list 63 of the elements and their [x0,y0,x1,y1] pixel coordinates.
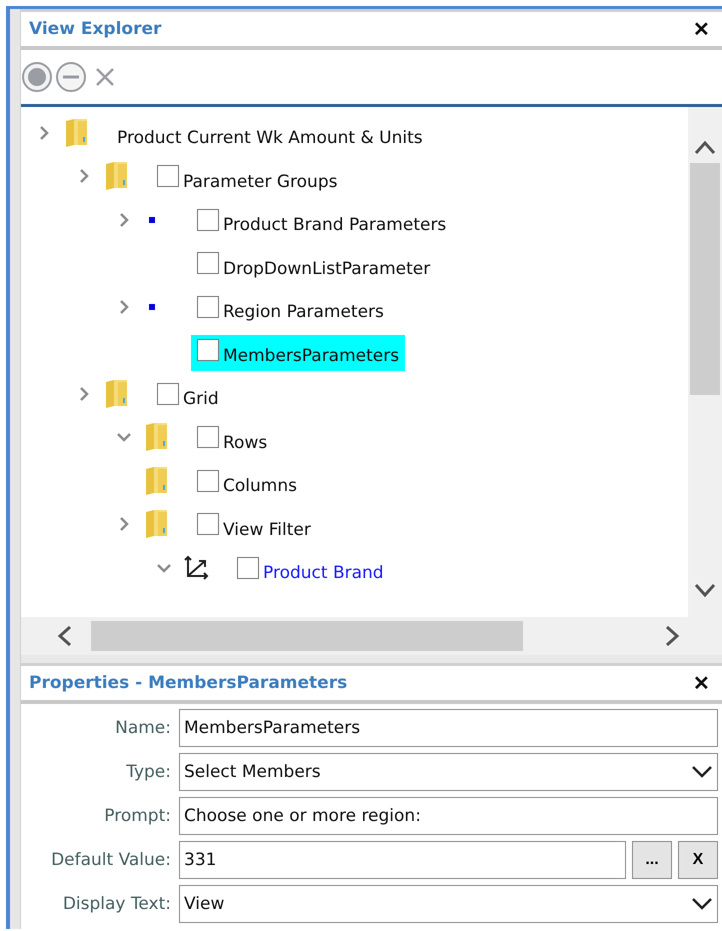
checkbox[interactable] [197,296,219,318]
checkbox[interactable] [197,252,219,274]
small-button[interactable]: ... [632,841,672,879]
tree-item[interactable]: Rows [191,422,274,458]
checkbox[interactable] [197,208,219,231]
scroll-thumb[interactable] [690,163,720,395]
folder-icon [103,378,129,410]
vertical-scrollbar[interactable] [688,107,722,617]
panel-title: View Explorer [29,19,162,39]
checkbox[interactable] [157,382,179,405]
tree-item[interactable]: Product Brand Parameters [191,204,452,241]
tree-item[interactable]: Product Current Wk Amount & Units [111,118,429,154]
tree-item[interactable]: MembersParameters [191,335,406,372]
scroll-thumb[interactable] [91,621,523,651]
tree-item[interactable]: Grid [151,378,225,415]
tree-item-label: Grid [183,388,219,408]
axes-icon [183,554,209,581]
checkbox[interactable] [197,339,219,362]
checkbox[interactable] [197,470,219,492]
tree-item-label: Product Current Wk Amount & Units [117,127,423,148]
small-button[interactable]: X [678,841,718,879]
folder-icon [63,116,89,149]
dropdown[interactable]: View [179,885,718,923]
close-button[interactable]: ✕ [693,670,710,696]
folder-icon [103,160,129,192]
folder-icon [143,421,169,454]
text-field[interactable]: MembersParameters [179,709,718,747]
tree-item-label: View Filter [223,518,311,539]
chevron-down-icon [691,897,713,911]
folder-icon [143,508,169,540]
close-button[interactable]: ✕ [693,16,710,42]
tree-item[interactable]: Product Brand [231,552,390,589]
checkbox[interactable] [197,513,219,536]
folder-icon [143,464,169,497]
chevron-down-icon [691,765,713,779]
tree-item-label: Parameter Groups [183,170,338,191]
tree-item[interactable]: Columns [191,466,303,502]
field-label: Prompt: [103,806,171,826]
square-icon [149,216,155,223]
tree-item-label: Product Brand Parameters [223,214,446,234]
panel-title: Properties - MembersParameters [29,673,348,693]
tree-item-label: DropDownListParameter [223,258,430,278]
tree-item-label: Product Brand [263,562,384,582]
tree-item[interactable]: Region Parameters [191,292,390,328]
checkbox[interactable] [157,165,179,188]
tree-item[interactable]: DropDownListParameter [191,248,436,284]
text-field[interactable]: Choose one or more region: [179,797,718,835]
field-label: Default Value: [50,850,171,870]
checkbox[interactable] [197,426,219,448]
field-label: Type: [125,762,171,782]
horizontal-scrollbar[interactable] [21,617,722,655]
tree-item-label: Region Parameters [223,301,384,322]
field-label: Display Text: [62,894,171,914]
tree-item-label: Columns [223,475,297,496]
text-field[interactable]: 331 [179,841,626,879]
tree-item-label: Rows [223,432,268,452]
square-icon [149,304,155,310]
field-label: Name: [114,718,171,738]
checkbox[interactable] [237,556,259,579]
dropdown[interactable]: Select Members [179,753,718,791]
tree-item-label: MembersParameters [223,344,400,365]
tree-item[interactable]: View Filter [191,509,317,546]
tree-item[interactable]: Parameter Groups [151,161,344,198]
